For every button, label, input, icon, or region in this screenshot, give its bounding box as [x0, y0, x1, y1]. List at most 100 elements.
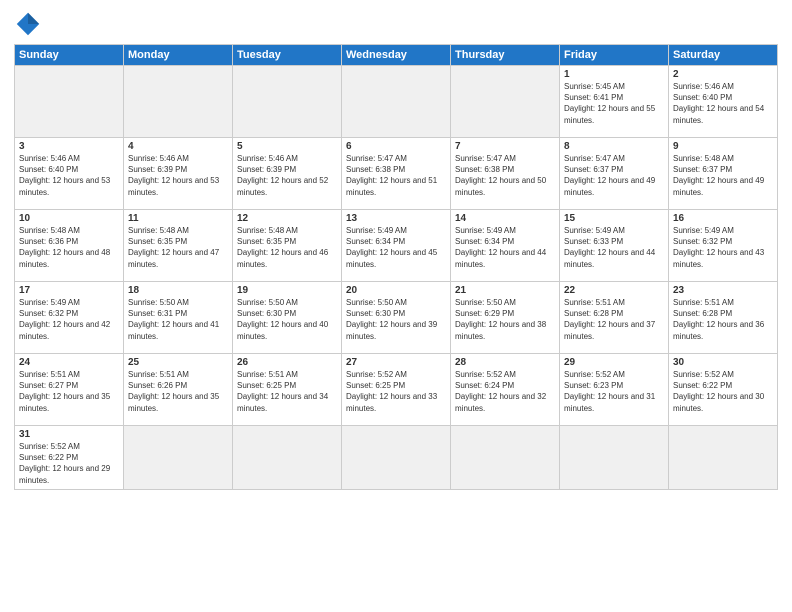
calendar-cell: 14Sunrise: 5:49 AMSunset: 6:34 PMDayligh… [451, 210, 560, 282]
day-info: Sunrise: 5:49 AMSunset: 6:32 PMDaylight:… [673, 225, 773, 270]
calendar-cell: 19Sunrise: 5:50 AMSunset: 6:30 PMDayligh… [233, 282, 342, 354]
calendar-cell: 1Sunrise: 5:45 AMSunset: 6:41 PMDaylight… [560, 66, 669, 138]
calendar-cell: 18Sunrise: 5:50 AMSunset: 6:31 PMDayligh… [124, 282, 233, 354]
logo [14, 10, 46, 38]
header [14, 10, 778, 38]
day-number: 9 [673, 141, 773, 152]
day-number: 2 [673, 69, 773, 80]
day-number: 13 [346, 213, 446, 224]
day-info: Sunrise: 5:46 AMSunset: 6:39 PMDaylight:… [128, 153, 228, 198]
calendar-header-monday: Monday [124, 45, 233, 66]
day-info: Sunrise: 5:52 AMSunset: 6:23 PMDaylight:… [564, 369, 664, 414]
calendar-cell: 16Sunrise: 5:49 AMSunset: 6:32 PMDayligh… [669, 210, 778, 282]
calendar-week-4: 24Sunrise: 5:51 AMSunset: 6:27 PMDayligh… [15, 354, 778, 426]
calendar-cell: 24Sunrise: 5:51 AMSunset: 6:27 PMDayligh… [15, 354, 124, 426]
day-info: Sunrise: 5:47 AMSunset: 6:38 PMDaylight:… [455, 153, 555, 198]
page: SundayMondayTuesdayWednesdayThursdayFrid… [0, 0, 792, 612]
calendar-cell: 10Sunrise: 5:48 AMSunset: 6:36 PMDayligh… [15, 210, 124, 282]
day-number: 16 [673, 213, 773, 224]
calendar-cell: 17Sunrise: 5:49 AMSunset: 6:32 PMDayligh… [15, 282, 124, 354]
calendar-cell [124, 426, 233, 490]
day-number: 5 [237, 141, 337, 152]
day-info: Sunrise: 5:48 AMSunset: 6:35 PMDaylight:… [128, 225, 228, 270]
day-number: 3 [19, 141, 119, 152]
day-info: Sunrise: 5:51 AMSunset: 6:25 PMDaylight:… [237, 369, 337, 414]
day-number: 7 [455, 141, 555, 152]
calendar-header-saturday: Saturday [669, 45, 778, 66]
calendar-cell [451, 426, 560, 490]
calendar-cell: 20Sunrise: 5:50 AMSunset: 6:30 PMDayligh… [342, 282, 451, 354]
calendar-week-2: 10Sunrise: 5:48 AMSunset: 6:36 PMDayligh… [15, 210, 778, 282]
day-number: 28 [455, 357, 555, 368]
calendar-cell [342, 66, 451, 138]
calendar-cell: 30Sunrise: 5:52 AMSunset: 6:22 PMDayligh… [669, 354, 778, 426]
day-number: 24 [19, 357, 119, 368]
calendar-cell: 9Sunrise: 5:48 AMSunset: 6:37 PMDaylight… [669, 138, 778, 210]
day-number: 11 [128, 213, 228, 224]
calendar-cell [669, 426, 778, 490]
calendar-cell: 6Sunrise: 5:47 AMSunset: 6:38 PMDaylight… [342, 138, 451, 210]
calendar-cell: 27Sunrise: 5:52 AMSunset: 6:25 PMDayligh… [342, 354, 451, 426]
day-info: Sunrise: 5:52 AMSunset: 6:24 PMDaylight:… [455, 369, 555, 414]
day-number: 27 [346, 357, 446, 368]
calendar-cell [15, 66, 124, 138]
day-number: 18 [128, 285, 228, 296]
day-info: Sunrise: 5:46 AMSunset: 6:39 PMDaylight:… [237, 153, 337, 198]
calendar-cell [124, 66, 233, 138]
calendar-header-wednesday: Wednesday [342, 45, 451, 66]
day-info: Sunrise: 5:50 AMSunset: 6:30 PMDaylight:… [237, 297, 337, 342]
calendar-cell: 22Sunrise: 5:51 AMSunset: 6:28 PMDayligh… [560, 282, 669, 354]
calendar-cell: 2Sunrise: 5:46 AMSunset: 6:40 PMDaylight… [669, 66, 778, 138]
calendar-cell [233, 66, 342, 138]
day-info: Sunrise: 5:52 AMSunset: 6:25 PMDaylight:… [346, 369, 446, 414]
calendar-header-tuesday: Tuesday [233, 45, 342, 66]
calendar-header-sunday: Sunday [15, 45, 124, 66]
day-info: Sunrise: 5:46 AMSunset: 6:40 PMDaylight:… [673, 81, 773, 126]
calendar-cell [560, 426, 669, 490]
day-number: 20 [346, 285, 446, 296]
day-number: 12 [237, 213, 337, 224]
calendar-cell: 23Sunrise: 5:51 AMSunset: 6:28 PMDayligh… [669, 282, 778, 354]
calendar-cell: 29Sunrise: 5:52 AMSunset: 6:23 PMDayligh… [560, 354, 669, 426]
calendar-cell [342, 426, 451, 490]
day-number: 10 [19, 213, 119, 224]
day-info: Sunrise: 5:47 AMSunset: 6:38 PMDaylight:… [346, 153, 446, 198]
day-number: 15 [564, 213, 664, 224]
calendar-cell: 21Sunrise: 5:50 AMSunset: 6:29 PMDayligh… [451, 282, 560, 354]
calendar-cell: 25Sunrise: 5:51 AMSunset: 6:26 PMDayligh… [124, 354, 233, 426]
day-number: 19 [237, 285, 337, 296]
day-number: 4 [128, 141, 228, 152]
day-number: 25 [128, 357, 228, 368]
day-info: Sunrise: 5:51 AMSunset: 6:28 PMDaylight:… [673, 297, 773, 342]
calendar-header-row: SundayMondayTuesdayWednesdayThursdayFrid… [15, 45, 778, 66]
calendar-cell [233, 426, 342, 490]
day-number: 8 [564, 141, 664, 152]
calendar-cell: 8Sunrise: 5:47 AMSunset: 6:37 PMDaylight… [560, 138, 669, 210]
calendar-cell: 5Sunrise: 5:46 AMSunset: 6:39 PMDaylight… [233, 138, 342, 210]
calendar-week-5: 31Sunrise: 5:52 AMSunset: 6:22 PMDayligh… [15, 426, 778, 490]
day-number: 1 [564, 69, 664, 80]
day-number: 17 [19, 285, 119, 296]
day-number: 31 [19, 429, 119, 440]
day-info: Sunrise: 5:48 AMSunset: 6:37 PMDaylight:… [673, 153, 773, 198]
day-number: 21 [455, 285, 555, 296]
day-info: Sunrise: 5:50 AMSunset: 6:29 PMDaylight:… [455, 297, 555, 342]
calendar-cell [451, 66, 560, 138]
day-info: Sunrise: 5:49 AMSunset: 6:33 PMDaylight:… [564, 225, 664, 270]
calendar-cell: 15Sunrise: 5:49 AMSunset: 6:33 PMDayligh… [560, 210, 669, 282]
logo-icon [14, 10, 42, 38]
calendar-cell: 26Sunrise: 5:51 AMSunset: 6:25 PMDayligh… [233, 354, 342, 426]
calendar-cell: 28Sunrise: 5:52 AMSunset: 6:24 PMDayligh… [451, 354, 560, 426]
calendar-cell: 11Sunrise: 5:48 AMSunset: 6:35 PMDayligh… [124, 210, 233, 282]
day-number: 6 [346, 141, 446, 152]
day-info: Sunrise: 5:49 AMSunset: 6:34 PMDaylight:… [455, 225, 555, 270]
calendar-week-0: 1Sunrise: 5:45 AMSunset: 6:41 PMDaylight… [15, 66, 778, 138]
day-info: Sunrise: 5:50 AMSunset: 6:31 PMDaylight:… [128, 297, 228, 342]
day-number: 22 [564, 285, 664, 296]
day-number: 14 [455, 213, 555, 224]
day-info: Sunrise: 5:51 AMSunset: 6:28 PMDaylight:… [564, 297, 664, 342]
day-info: Sunrise: 5:47 AMSunset: 6:37 PMDaylight:… [564, 153, 664, 198]
day-info: Sunrise: 5:46 AMSunset: 6:40 PMDaylight:… [19, 153, 119, 198]
day-number: 30 [673, 357, 773, 368]
day-number: 29 [564, 357, 664, 368]
